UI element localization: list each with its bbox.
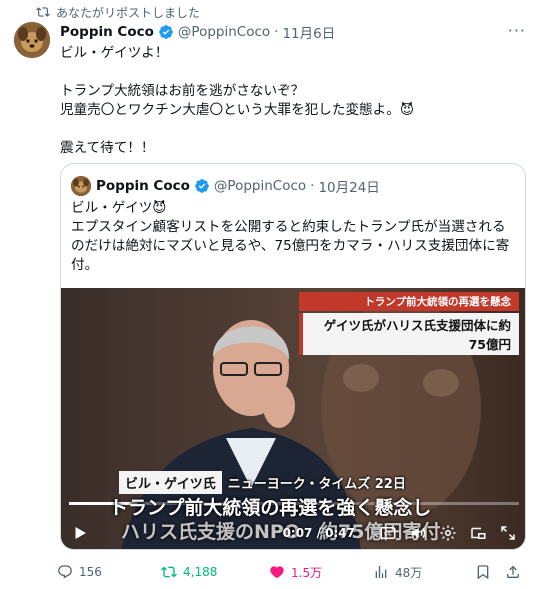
heart-icon (270, 566, 284, 579)
pip-icon[interactable] (469, 524, 487, 542)
quote-header: Poppin Coco @PoppinCoco · 10月24日 (71, 176, 380, 196)
reply-count: 156 (79, 565, 102, 579)
repost-count: 4,188 (183, 565, 218, 579)
captions-icon[interactable]: CC (379, 524, 397, 542)
separator-dot: · (274, 24, 279, 40)
quote-text: ビル・ゲイツ😈 エプスタイン顧客リストを公開すると約束したトランプ氏が当選される… (71, 200, 510, 273)
video-time: 0:07 / 0:47 (282, 526, 355, 540)
verified-badge-icon (159, 25, 173, 39)
bookmark-icon (477, 565, 489, 580)
bookmark-button[interactable] (475, 564, 505, 580)
views-count: 48万 (395, 565, 423, 580)
avatar-image (14, 22, 50, 58)
quote-separator-dot: · (310, 178, 315, 194)
repost-indicator: あなたがリポストしました (36, 3, 200, 21)
news-source: ニューヨーク・タイムズ 22日 (227, 477, 406, 492)
video-controls: 0:07 / 0:47 CC (61, 515, 525, 549)
tweet-date[interactable]: 11月6日 (282, 22, 335, 42)
views-button[interactable]: 48万 (373, 564, 475, 581)
more-options-icon[interactable]: ··· (508, 22, 526, 40)
news-banner-main: ゲイツ氏がハリス氏支援団体に約75億円 (299, 313, 519, 355)
svg-text:CC: CC (384, 532, 392, 538)
reply-icon (58, 565, 72, 579)
quote-date: 10月24日 (318, 180, 380, 196)
quote-avatar-image (71, 176, 91, 196)
quote-author-name: Poppin Coco (96, 178, 190, 194)
settings-icon[interactable] (439, 524, 457, 542)
fullscreen-icon[interactable] (499, 524, 517, 542)
share-button[interactable] (505, 564, 521, 580)
tweet-header: Poppin Coco @PoppinCoco · 11月6日 ··· (60, 22, 526, 43)
volume-icon[interactable] (409, 524, 427, 542)
news-banner-top: トランプ前大統領の再選を懸念 (299, 292, 519, 311)
author-handle[interactable]: @PoppinCoco (178, 24, 270, 40)
avatar[interactable] (14, 22, 50, 58)
quote-avatar (71, 176, 91, 196)
views-icon (375, 566, 387, 578)
quoted-tweet[interactable]: Poppin Coco @PoppinCoco · 10月24日 ビル・ゲイツ😈… (60, 163, 526, 550)
repost-icon (36, 7, 50, 17)
like-count: 1.5万 (291, 565, 323, 580)
reply-button[interactable]: 156 (57, 564, 161, 580)
quote-verified-badge-icon (195, 179, 209, 193)
name-caption: ビル・ゲイツ氏 ニューヨーク・タイムズ 22日 (119, 471, 412, 494)
news-banner: トランプ前大統領の再選を懸念 ゲイツ氏がハリス氏支援団体に約75億円 (299, 292, 519, 355)
action-bar: 156 4,188 1.5万 48万 (57, 561, 530, 583)
play-icon[interactable] (71, 524, 89, 542)
repost-button[interactable]: 4,188 (161, 564, 269, 580)
repost-action-icon (161, 566, 177, 578)
video-player[interactable]: トランプ前大統領の再選を懸念 ゲイツ氏がハリス氏支援団体に約75億円 ビル・ゲイ… (61, 288, 525, 549)
like-button[interactable]: 1.5万 (269, 564, 373, 581)
tweet-text: ビル・ゲイツよ！ トランプ大統領はお前を逃がさないぞ？ 児童売〇とワクチン大虐〇… (60, 45, 415, 156)
quote-author-handle: @PoppinCoco (213, 178, 307, 194)
name-tag: ビル・ゲイツ氏 (119, 471, 222, 494)
share-icon (507, 565, 519, 578)
author-name[interactable]: Poppin Coco (60, 24, 154, 40)
repost-label: あなたがリポストしました (56, 5, 201, 20)
